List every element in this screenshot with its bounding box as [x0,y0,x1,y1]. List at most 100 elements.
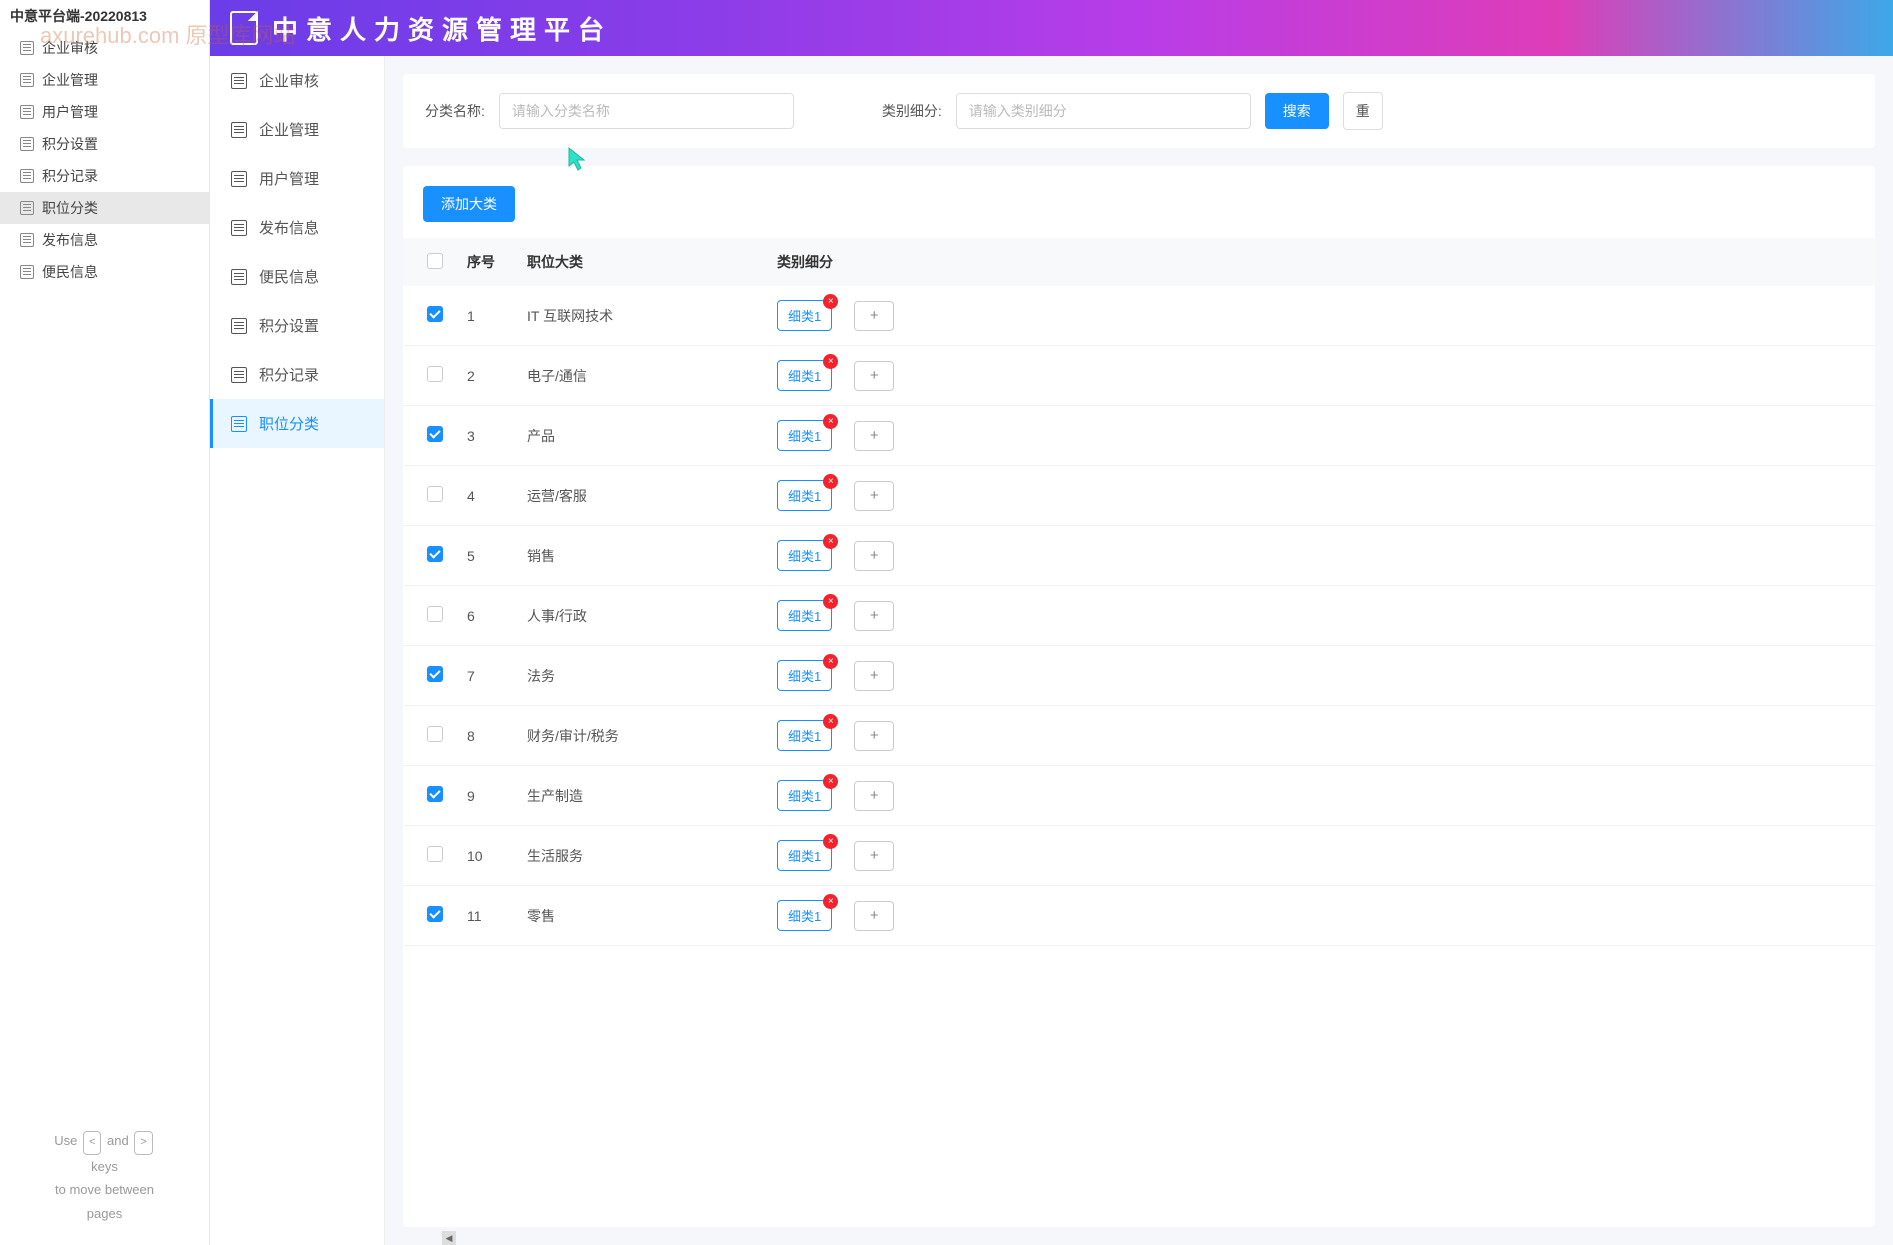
subcategory-tag[interactable]: 细类1× [777,600,832,631]
help-text: pages [10,1202,199,1225]
search-button[interactable]: 搜索 [1265,93,1329,129]
logo-icon [230,11,258,45]
close-icon[interactable]: × [823,294,838,309]
subcategory-tag[interactable]: 细类1× [777,780,832,811]
cell-category: 运营/客服 [515,466,765,526]
outline-item[interactable]: 企业管理 [0,64,209,96]
help-text: to move between [10,1178,199,1201]
cell-category: 零售 [515,886,765,946]
horizontal-scrollbar[interactable]: ◀ [442,1231,456,1245]
scroll-left-icon[interactable]: ◀ [442,1231,456,1245]
search-input-name[interactable] [499,93,794,129]
add-subcategory-button[interactable]: + [854,541,894,571]
nav-icon [231,269,247,285]
sidenav-item[interactable]: 企业审核 [210,56,384,105]
close-icon[interactable]: × [823,414,838,429]
nav-icon [231,171,247,187]
row-checkbox[interactable] [427,366,443,382]
subcategory-tag[interactable]: 细类1× [777,300,832,331]
subcategory-tag[interactable]: 细类1× [777,540,832,571]
table-row: 3产品细类1×+ [403,406,1875,466]
row-checkbox[interactable] [427,906,443,922]
close-icon[interactable]: × [823,654,838,669]
nav-icon [231,318,247,334]
sidenav-item[interactable]: 职位分类 [210,399,384,448]
outline-item[interactable]: 积分记录 [0,160,209,192]
row-checkbox[interactable] [427,846,443,862]
sidenav-item[interactable]: 积分记录 [210,350,384,399]
page-icon [20,137,34,151]
page-icon [20,105,34,119]
add-subcategory-button[interactable]: + [854,841,894,871]
nav-icon [231,73,247,89]
cell-seq: 4 [455,466,515,526]
outline-item[interactable]: 发布信息 [0,224,209,256]
sidenav-item[interactable]: 积分设置 [210,301,384,350]
close-icon[interactable]: × [823,534,838,549]
add-subcategory-button[interactable]: + [854,361,894,391]
sidenav-item[interactable]: 企业管理 [210,105,384,154]
row-checkbox[interactable] [427,726,443,742]
page-icon [20,265,34,279]
cell-category: 法务 [515,646,765,706]
search-label-name: 分类名称: [425,101,485,121]
subcategory-tag[interactable]: 细类1× [777,720,832,751]
table-row: 2电子/通信细类1×+ [403,346,1875,406]
outline-item[interactable]: 用户管理 [0,96,209,128]
table-row: 4运营/客服细类1× + [403,466,1875,526]
add-category-button[interactable]: 添加大类 [423,186,515,222]
sidenav-item[interactable]: 用户管理 [210,154,384,203]
row-checkbox[interactable] [427,786,443,802]
cell-category: 销售 [515,526,765,586]
row-checkbox[interactable] [427,606,443,622]
add-subcategory-button[interactable]: + [854,421,894,451]
sidenav-item-label: 企业审核 [259,70,319,91]
sidenav-item[interactable]: 发布信息 [210,203,384,252]
close-icon[interactable]: × [823,474,838,489]
row-checkbox[interactable] [427,486,443,502]
cell-seq: 11 [455,886,515,946]
outline-item[interactable]: 企业审核 [0,32,209,64]
outline-item[interactable]: 便民信息 [0,256,209,288]
row-checkbox[interactable] [427,306,443,322]
row-checkbox[interactable] [427,426,443,442]
cell-category: 财务/审计/税务 [515,706,765,766]
subcategory-tag[interactable]: 细类1× [777,900,832,931]
add-subcategory-button[interactable]: + [854,721,894,751]
subcategory-tag[interactable]: 细类1× [777,480,832,511]
add-subcategory-button[interactable]: + [854,781,894,811]
row-checkbox[interactable] [427,666,443,682]
outline-item[interactable]: 积分设置 [0,128,209,160]
cell-category: 产品 [515,406,765,466]
close-icon[interactable]: × [823,834,838,849]
select-all-checkbox[interactable] [427,253,443,269]
outline-item-label: 积分设置 [42,134,98,154]
subcategory-tag[interactable]: 细类1× [777,660,832,691]
close-icon[interactable]: × [823,714,838,729]
reset-button[interactable]: 重 [1343,92,1383,130]
subcategory-tag[interactable]: 细类1× [777,360,832,391]
sidenav-item[interactable]: 便民信息 [210,252,384,301]
subcategory-tag[interactable]: 细类1× [777,840,832,871]
subcategory-tag[interactable]: 细类1× [777,420,832,451]
add-subcategory-button[interactable]: + [854,901,894,931]
outline-item-label: 企业审核 [42,38,98,58]
content: 分类名称: 类别细分: 搜索 重 添加大类 [385,56,1893,1245]
sidenav-item-label: 用户管理 [259,168,319,189]
add-subcategory-button[interactable]: + [854,301,894,331]
sidenav-item-label: 企业管理 [259,119,319,140]
cursor-icon [567,146,589,172]
outline-item[interactable]: 职位分类 [0,192,209,224]
add-subcategory-button[interactable]: + [854,481,894,511]
search-input-sub[interactable] [956,93,1251,129]
close-icon[interactable]: × [823,894,838,909]
close-icon[interactable]: × [823,594,838,609]
outline-item-label: 用户管理 [42,102,98,122]
search-label-sub: 类别细分: [882,101,942,121]
row-checkbox[interactable] [427,546,443,562]
close-icon[interactable]: × [823,774,838,789]
add-subcategory-button[interactable]: + [854,601,894,631]
help-text: keys [10,1155,199,1178]
add-subcategory-button[interactable]: + [854,661,894,691]
close-icon[interactable]: × [823,354,838,369]
